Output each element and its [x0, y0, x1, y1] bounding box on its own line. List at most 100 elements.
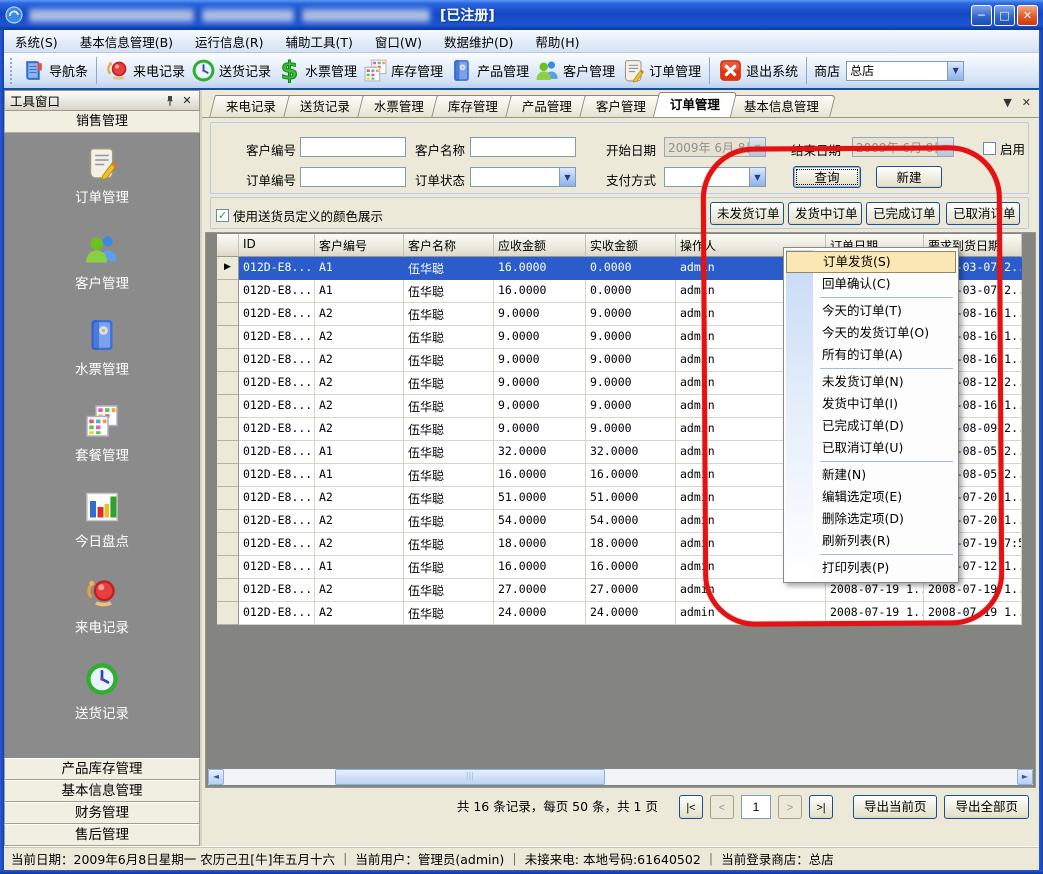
row-selector[interactable] — [217, 326, 239, 349]
page-number-input[interactable] — [741, 795, 771, 819]
sidebar-item-6[interactable]: 送货记录 — [75, 661, 129, 722]
checkbox-icon[interactable] — [983, 142, 996, 155]
status-filter-button-1[interactable]: 发货中订单 — [788, 202, 862, 225]
query-button[interactable]: 查询 — [793, 166, 861, 188]
order-status-select[interactable]: ▼ — [470, 167, 576, 187]
toolbar-button-4[interactable]: $水票管理 — [274, 56, 360, 85]
context-menu-item-0[interactable]: 订单发货(S) — [786, 251, 956, 273]
status-filter-button-2[interactable]: 已完成订单 — [866, 202, 940, 225]
row-selector[interactable] — [217, 303, 239, 326]
menubar-item-3[interactable]: 辅助工具(T) — [275, 32, 364, 51]
scroll-right-icon[interactable]: ► — [1017, 769, 1033, 785]
row-selector[interactable] — [217, 556, 239, 579]
prev-page-button[interactable]: < — [710, 795, 734, 819]
minimize-button[interactable]: ─ — [971, 5, 992, 26]
row-selector[interactable] — [217, 464, 239, 487]
row-selector[interactable] — [217, 349, 239, 372]
scroll-left-icon[interactable]: ◄ — [208, 769, 224, 785]
toolbar-button-8[interactable]: 订单管理 — [618, 56, 704, 85]
pay-method-select[interactable]: ▼ — [664, 167, 766, 187]
context-menu-item-14[interactable]: 删除选定项(D) — [786, 508, 956, 530]
tab-0[interactable]: 来电记录 — [209, 95, 293, 117]
status-filter-button-0[interactable]: 未发货订单 — [710, 202, 784, 225]
chevron-down-icon[interactable]: ▼ — [749, 168, 765, 186]
sidebar-item-5[interactable]: 来电记录 — [75, 575, 129, 636]
context-menu-item-12[interactable]: 新建(N) — [786, 464, 956, 486]
horizontal-scrollbar[interactable]: ◄ ► — [208, 769, 1033, 785]
status-filter-button-3[interactable]: 已取消订单 — [946, 202, 1020, 225]
menubar-item-5[interactable]: 数据维护(D) — [433, 32, 524, 51]
column-header-4[interactable]: 应收金额 — [494, 234, 586, 257]
toolbar-button-5[interactable]: 库存管理 — [360, 56, 446, 85]
context-menu-item-7[interactable]: 未发货订单(N) — [786, 371, 956, 393]
tab-7[interactable]: 基本信息管理 — [727, 95, 836, 117]
maximize-button[interactable]: □ — [994, 5, 1015, 26]
context-menu-item-9[interactable]: 已完成订单(D) — [786, 415, 956, 437]
row-selector[interactable] — [217, 579, 239, 602]
last-page-button[interactable]: >| — [809, 795, 833, 819]
toolbar-button-7[interactable]: 客户管理 — [532, 56, 618, 85]
column-header-0[interactable] — [217, 234, 239, 257]
enable-checkbox[interactable]: 启用 — [983, 139, 1025, 158]
context-menu-item-15[interactable]: 刷新列表(R) — [786, 530, 956, 552]
sidebar-item-4[interactable]: 今日盘点 — [75, 489, 129, 550]
scrollbar-thumb[interactable] — [335, 769, 605, 785]
sidebar-section-sales[interactable]: 销售管理 — [4, 111, 200, 133]
export-current-page-button[interactable]: 导出当前页 — [853, 795, 938, 819]
row-selector[interactable]: ▶ — [217, 257, 239, 280]
context-menu-item-8[interactable]: 发货中订单(I) — [786, 393, 956, 415]
tab-2[interactable]: 水票管理 — [357, 95, 441, 117]
chevron-down-icon[interactable]: ▼ — [947, 62, 963, 80]
context-menu-item-17[interactable]: 打印列表(P) — [786, 557, 956, 579]
context-menu-item-13[interactable]: 编辑选定项(E) — [786, 486, 956, 508]
sidebar-section-button-0[interactable]: 产品库存管理 — [4, 758, 200, 780]
row-selector[interactable] — [217, 602, 239, 625]
row-selector[interactable] — [217, 395, 239, 418]
tab-close-icon[interactable]: ✕ — [1022, 96, 1031, 109]
tool-window-close-icon[interactable]: ✕ — [180, 94, 194, 107]
pin-icon[interactable] — [164, 95, 176, 107]
new-button[interactable]: 新建 — [876, 166, 942, 188]
shop-select[interactable]: 总店 ▼ — [846, 61, 964, 81]
row-selector[interactable] — [217, 372, 239, 395]
context-menu-item-5[interactable]: 所有的订单(A) — [786, 344, 956, 366]
menubar-item-2[interactable]: 运行信息(R) — [184, 32, 274, 51]
tab-list-chevron-icon[interactable]: ▼ — [1003, 96, 1011, 109]
next-page-button[interactable]: > — [778, 795, 802, 819]
order-no-input[interactable] — [300, 167, 406, 187]
sidebar-item-1[interactable]: 客户管理 — [75, 231, 129, 292]
tab-1[interactable]: 送货记录 — [283, 95, 367, 117]
sidebar-item-3[interactable]: 套餐管理 — [75, 403, 129, 464]
tab-6[interactable]: 订单管理 — [653, 92, 737, 117]
row-selector[interactable] — [217, 487, 239, 510]
row-selector[interactable] — [217, 533, 239, 556]
scrollbar-track[interactable] — [224, 769, 1017, 785]
menubar-item-4[interactable]: 窗口(W) — [364, 32, 433, 51]
tab-4[interactable]: 产品管理 — [505, 95, 589, 117]
menubar-item-1[interactable]: 基本信息管理(B) — [69, 32, 184, 51]
column-header-1[interactable]: ID — [239, 234, 315, 257]
menubar-item-0[interactable]: 系统(S) — [4, 32, 69, 51]
export-all-pages-button[interactable]: 导出全部页 — [944, 795, 1029, 819]
toolbar-button-10[interactable]: 退出系统 — [715, 56, 801, 85]
context-menu-item-3[interactable]: 今天的订单(T) — [786, 300, 956, 322]
context-menu-item-1[interactable]: 回单确认(C) — [786, 273, 956, 295]
color-display-checkbox[interactable]: ✓ 使用送货员定义的颜色展示 — [216, 206, 383, 225]
start-date-picker[interactable]: 2009年 6月 8日▼ — [664, 137, 766, 157]
row-selector[interactable] — [217, 280, 239, 303]
close-button[interactable]: ✕ — [1017, 5, 1038, 26]
customer-no-input[interactable] — [300, 137, 406, 157]
toolbar-button-2[interactable]: 来电记录 — [102, 56, 188, 85]
context-menu-item-4[interactable]: 今天的发货订单(O) — [786, 322, 956, 344]
toolbar-button-3[interactable]: 送货记录 — [188, 56, 274, 85]
toolbar-button-6[interactable]: 产品管理 — [446, 56, 532, 85]
first-page-button[interactable]: |< — [679, 795, 703, 819]
chevron-down-icon[interactable]: ▼ — [559, 168, 575, 186]
sidebar-item-0[interactable]: 订单管理 — [75, 145, 129, 206]
column-header-5[interactable]: 实收金额 — [586, 234, 676, 257]
toolbar-button-0[interactable]: 导航条 — [18, 56, 91, 85]
row-selector[interactable] — [217, 510, 239, 533]
sidebar-section-button-3[interactable]: 售后管理 — [4, 824, 200, 846]
row-selector[interactable] — [217, 441, 239, 464]
end-date-picker[interactable]: 2009年 6月 8日▼ — [852, 137, 954, 157]
